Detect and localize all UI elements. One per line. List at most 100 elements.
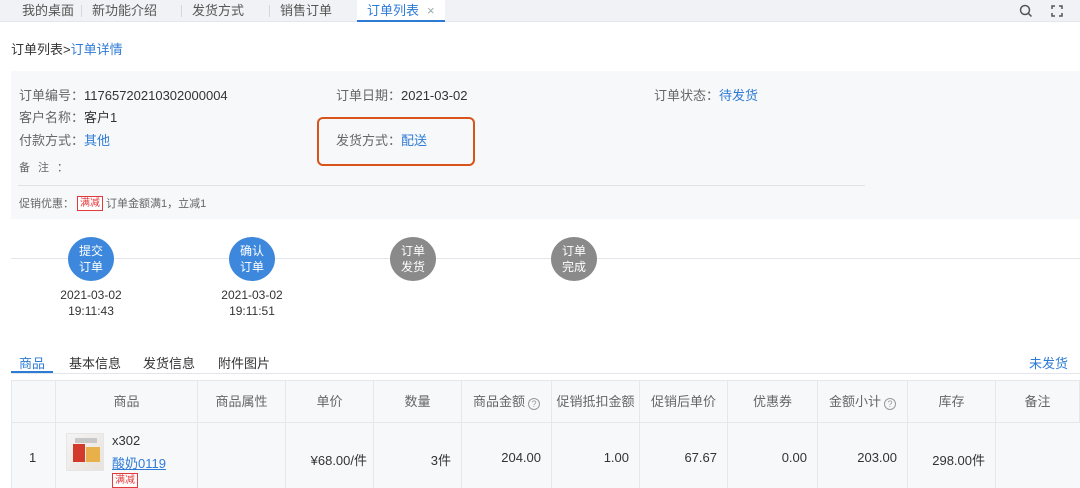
cell-amount: 204.00 <box>462 423 552 488</box>
product-name-link[interactable]: 酸奶0119 <box>112 453 166 472</box>
unit-price: ¥68.00/件 <box>310 453 367 468</box>
step-time: 19:11:51 <box>229 304 275 318</box>
payment-method-label: 付款方式： <box>19 133 85 148</box>
cell-attributes <box>198 423 286 488</box>
ship-status: 未发货 <box>1028 356 1068 371</box>
col-coupon: 优惠券 <box>728 381 818 422</box>
top-tab-bar: 我的桌面 新功能介绍 发货方式 销售订单 订单列表 × <box>0 0 1080 22</box>
col-promo-deduct: 促销抵扣金额 <box>552 381 640 422</box>
col-unit-price: 单价 <box>286 381 374 422</box>
table-row: 1 x302 酸奶0119 满减 ¥68.00/件 3件 204.00 1.00… <box>11 423 1080 488</box>
after-promo-price: 67.67 <box>684 450 717 465</box>
tab-sales-order[interactable]: 销售订单 <box>280 0 332 22</box>
breadcrumb-order-list[interactable]: 订单列表 <box>11 42 63 57</box>
cell-coupon: 0.00 <box>728 423 818 488</box>
cell-unit-price: ¥68.00/件 <box>286 423 374 488</box>
order-date-value: 2021-03-02 <box>401 88 468 103</box>
help-icon[interactable]: ? <box>528 398 540 410</box>
step-label: 发货 <box>400 260 425 274</box>
cell-remark <box>996 423 1080 488</box>
tab-desktop[interactable]: 我的桌面 <box>22 0 74 22</box>
customer-name: 客户名称：客户1 <box>19 107 117 126</box>
order-number: 订单编号：11765720210302000004 <box>19 85 228 104</box>
fullscreen-icon[interactable] <box>1049 3 1065 19</box>
step-complete-order: 订单 完成 <box>551 237 597 281</box>
search-icon[interactable] <box>1018 3 1034 19</box>
divider <box>18 185 865 186</box>
tab-shipping-info[interactable]: 发货信息 <box>143 353 195 372</box>
step-ship-order: 订单 发货 <box>390 237 436 281</box>
step-confirm-timestamp: 2021-03-02 19:11:51 <box>207 287 297 319</box>
order-date: 订单日期：2021-03-02 <box>336 85 468 104</box>
step-date: 2021-03-02 <box>60 288 122 302</box>
order-status: 订单状态：待发货 <box>654 85 758 104</box>
order-status-label: 订单状态： <box>654 88 720 103</box>
tabs-divider <box>11 373 1080 374</box>
col-subtotal-label: 金额小计 <box>828 394 881 409</box>
col-amount: 商品金额? <box>462 381 552 422</box>
product-thumbnail-part <box>86 447 100 462</box>
step-label: 订单 <box>400 244 425 258</box>
row-index: 1 <box>29 450 37 465</box>
col-product: 商品 <box>56 381 198 422</box>
promo-deduct: 1.00 <box>603 450 629 465</box>
tab-separator <box>269 5 270 17</box>
tab-attachments[interactable]: 附件图片 <box>218 353 270 372</box>
step-label: 提交 <box>78 244 103 258</box>
cell-after-promo-price: 67.67 <box>640 423 728 488</box>
tab-order-list[interactable]: 订单列表 × <box>357 0 445 22</box>
order-number-label: 订单编号： <box>19 88 85 103</box>
col-amount-label: 商品金额 <box>472 394 525 409</box>
close-icon[interactable]: × <box>427 3 435 18</box>
subtotal: 203.00 <box>857 450 897 465</box>
step-date: 2021-03-02 <box>221 288 283 302</box>
order-info-panel: 订单编号：11765720210302000004 订单日期：2021-03-0… <box>11 71 1080 219</box>
coupon: 0.00 <box>781 450 807 465</box>
product-thumbnail[interactable] <box>66 433 104 471</box>
step-label: 确认 <box>239 244 264 258</box>
col-remark: 备注 <box>1024 394 1051 409</box>
cell-promo-deduct: 1.00 <box>552 423 640 488</box>
step-time: 19:11:43 <box>68 304 114 318</box>
step-label: 完成 <box>561 260 586 274</box>
promotion-text: 订单金额满1，立减1 <box>106 198 207 210</box>
customer-name-value: 客户1 <box>84 110 118 125</box>
stock: 298.00件 <box>932 453 985 468</box>
order-date-label: 订单日期： <box>336 88 402 103</box>
cell-product: x302 酸奶0119 满减 <box>56 423 198 488</box>
step-confirm-order: 确认 订单 <box>229 237 275 281</box>
step-label: 订单 <box>239 260 264 274</box>
tab-order-list-label: 订单列表 <box>367 3 420 18</box>
breadcrumb-separator: > <box>63 42 71 57</box>
col-subtotal: 金额小计? <box>818 381 908 422</box>
col-after-promo-price: 促销后单价 <box>640 381 728 422</box>
help-icon[interactable]: ? <box>884 398 896 410</box>
breadcrumb-order-detail: 订单详情 <box>70 42 123 57</box>
promotion-info: 促销优惠： 满减 订单金额满1，立减1 <box>19 195 206 211</box>
customer-name-label: 客户名称： <box>19 110 85 125</box>
promotion-label: 促销优惠： <box>19 198 74 210</box>
step-label: 订单 <box>78 260 103 274</box>
order-number-value: 11765720210302000004 <box>84 88 228 103</box>
tab-shipping-method[interactable]: 发货方式 <box>192 0 244 22</box>
col-quantity: 数量 <box>374 381 462 422</box>
product-qty-mark: x302 <box>112 433 141 448</box>
product-thumbnail-part <box>73 444 85 462</box>
cell-subtotal: 203.00 <box>818 423 908 488</box>
quantity: 3件 <box>430 453 451 468</box>
step-label: 订单 <box>561 244 586 258</box>
col-attributes: 商品属性 <box>198 381 286 422</box>
step-submit-order: 提交 订单 <box>68 237 114 281</box>
shipping-method-highlight-box <box>317 117 475 166</box>
col-stock: 库存 <box>908 381 996 422</box>
breadcrumb: 订单列表>订单详情 <box>11 39 123 58</box>
remark-label: 备注： <box>19 162 76 174</box>
tab-products[interactable]: 商品 <box>19 353 45 372</box>
tab-separator <box>181 5 182 17</box>
tab-basic-info[interactable]: 基本信息 <box>69 353 121 372</box>
table-header: 商品 商品属性 单价 数量 商品金额? 促销抵扣金额 促销后单价 优惠券 金额小… <box>11 380 1080 423</box>
tab-separator <box>81 5 82 17</box>
tab-new-features[interactable]: 新功能介绍 <box>92 0 157 22</box>
order-status-value: 待发货 <box>719 88 759 103</box>
payment-method-value: 其他 <box>84 133 111 148</box>
